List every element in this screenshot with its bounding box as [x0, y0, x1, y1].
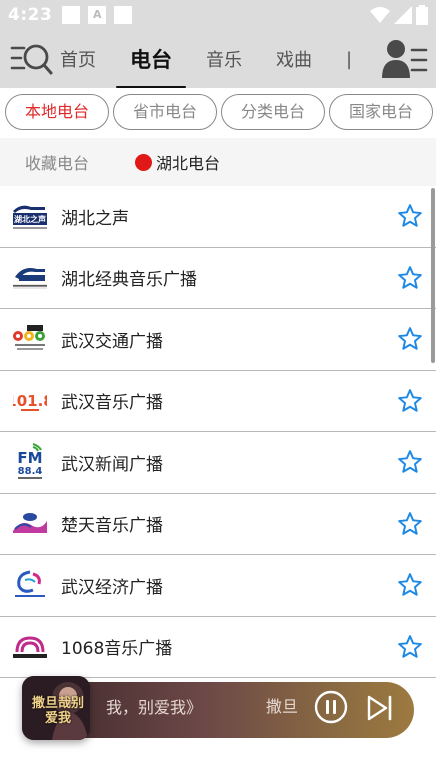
svg-text:101.8: 101.8 [13, 392, 47, 410]
tab-hubei-radio-label: 湖北电台 [156, 154, 221, 173]
album-cover-caption: 撒旦哉别爱我 [31, 696, 84, 726]
wuhan-economy-logo [11, 566, 49, 604]
pause-icon[interactable] [314, 690, 348, 724]
hubei-classic-music-logo [11, 259, 49, 297]
chip-local-radio[interactable]: 本地电台 [5, 94, 110, 130]
text-notification-icon: A [88, 6, 107, 24]
nav-tab-home[interactable]: 首页 [60, 46, 96, 72]
station-name: 武汉新闻广播 [61, 454, 163, 475]
music-1068-logo [11, 628, 49, 666]
wifi-icon [370, 7, 390, 23]
signal-icon [394, 6, 412, 24]
wuhan-news-fm884-logo: FM 88.4 [11, 443, 49, 481]
chip-national-radio[interactable]: 国家电台 [329, 94, 434, 130]
list-item[interactable]: 湖北经典音乐广播 [0, 248, 436, 309]
hubei-voice-logo: 湖北之声 [11, 197, 49, 235]
status-bar: 4:23 A [0, 0, 436, 30]
list-item[interactable]: 湖北之声 湖北之声 [0, 186, 436, 248]
notification-icon [62, 6, 81, 24]
wuhan-music-logo: 101.8 [11, 382, 49, 420]
svg-text:湖北之声: 湖北之声 [14, 214, 46, 224]
station-name: 武汉经济广播 [61, 577, 163, 598]
notification-icon [114, 6, 133, 24]
station-name: 湖北经典音乐广播 [61, 270, 197, 291]
svg-text:88.4: 88.4 [18, 466, 43, 477]
station-name: 楚天音乐广播 [61, 516, 163, 537]
wuhan-traffic-logo [11, 320, 49, 358]
star-icon[interactable] [397, 449, 423, 475]
station-name: 湖北之声 [61, 208, 129, 229]
list-item[interactable]: 楚天音乐广播 [0, 494, 436, 555]
list-scrollbar[interactable] [431, 188, 435, 363]
list-item[interactable]: 1068音乐广播 [0, 617, 436, 678]
star-icon[interactable] [397, 572, 423, 598]
battery-icon [416, 5, 428, 25]
nav-tab-music[interactable]: 音乐 [206, 46, 242, 72]
station-name: 武汉音乐广播 [61, 393, 163, 414]
player-track-title: 我，别爱我》 [106, 698, 203, 717]
star-icon[interactable] [397, 326, 423, 352]
svg-text:FM: FM [17, 449, 42, 467]
album-cover[interactable]: 撒旦哉别爱我 [22, 676, 90, 740]
top-navigation: 首页 电台 音乐 戏曲 | [0, 30, 436, 88]
chip-provincial-radio[interactable]: 省市电台 [113, 94, 218, 130]
station-name: 1068音乐广播 [61, 639, 173, 660]
list-item[interactable]: 武汉经济广播 [0, 555, 436, 617]
location-dot-icon [135, 153, 153, 171]
star-icon[interactable] [397, 203, 423, 229]
sub-tabs: 收藏电台 湖北电台 [0, 138, 436, 186]
nav-tab-overflow[interactable]: | [346, 49, 352, 70]
star-icon[interactable] [397, 634, 423, 660]
menu-search-icon[interactable] [10, 39, 54, 79]
chutian-music-logo [11, 505, 49, 543]
chip-category-radio[interactable]: 分类电台 [221, 94, 326, 130]
nav-tab-opera[interactable]: 戏曲 [276, 46, 312, 72]
player-artist: 撒旦 [266, 697, 299, 716]
tab-favorites[interactable]: 收藏电台 [25, 150, 89, 174]
star-icon[interactable] [397, 511, 423, 537]
list-item[interactable]: 武汉交通广播 [0, 309, 436, 371]
list-item[interactable]: FM 88.4 武汉新闻广播 [0, 432, 436, 494]
status-time: 4:23 [8, 5, 53, 25]
tab-hubei-radio[interactable]: 湖北电台 [135, 150, 220, 174]
list-item[interactable]: 101.8 武汉音乐广播 [0, 371, 436, 432]
category-chips: 本地电台 省市电台 分类电台 国家电台 [0, 88, 436, 136]
user-list-icon[interactable] [382, 38, 428, 80]
nav-tab-radio[interactable]: 电台 [116, 44, 186, 88]
star-icon[interactable] [397, 388, 423, 414]
star-icon[interactable] [397, 265, 423, 291]
skip-next-icon[interactable] [366, 694, 394, 722]
station-list[interactable]: 湖北之声 湖北之声 湖北经典音乐广播 武汉交通广播 01. 武汉音乐广播 FM … [0, 186, 436, 680]
station-name: 武汉交通广播 [61, 331, 163, 352]
